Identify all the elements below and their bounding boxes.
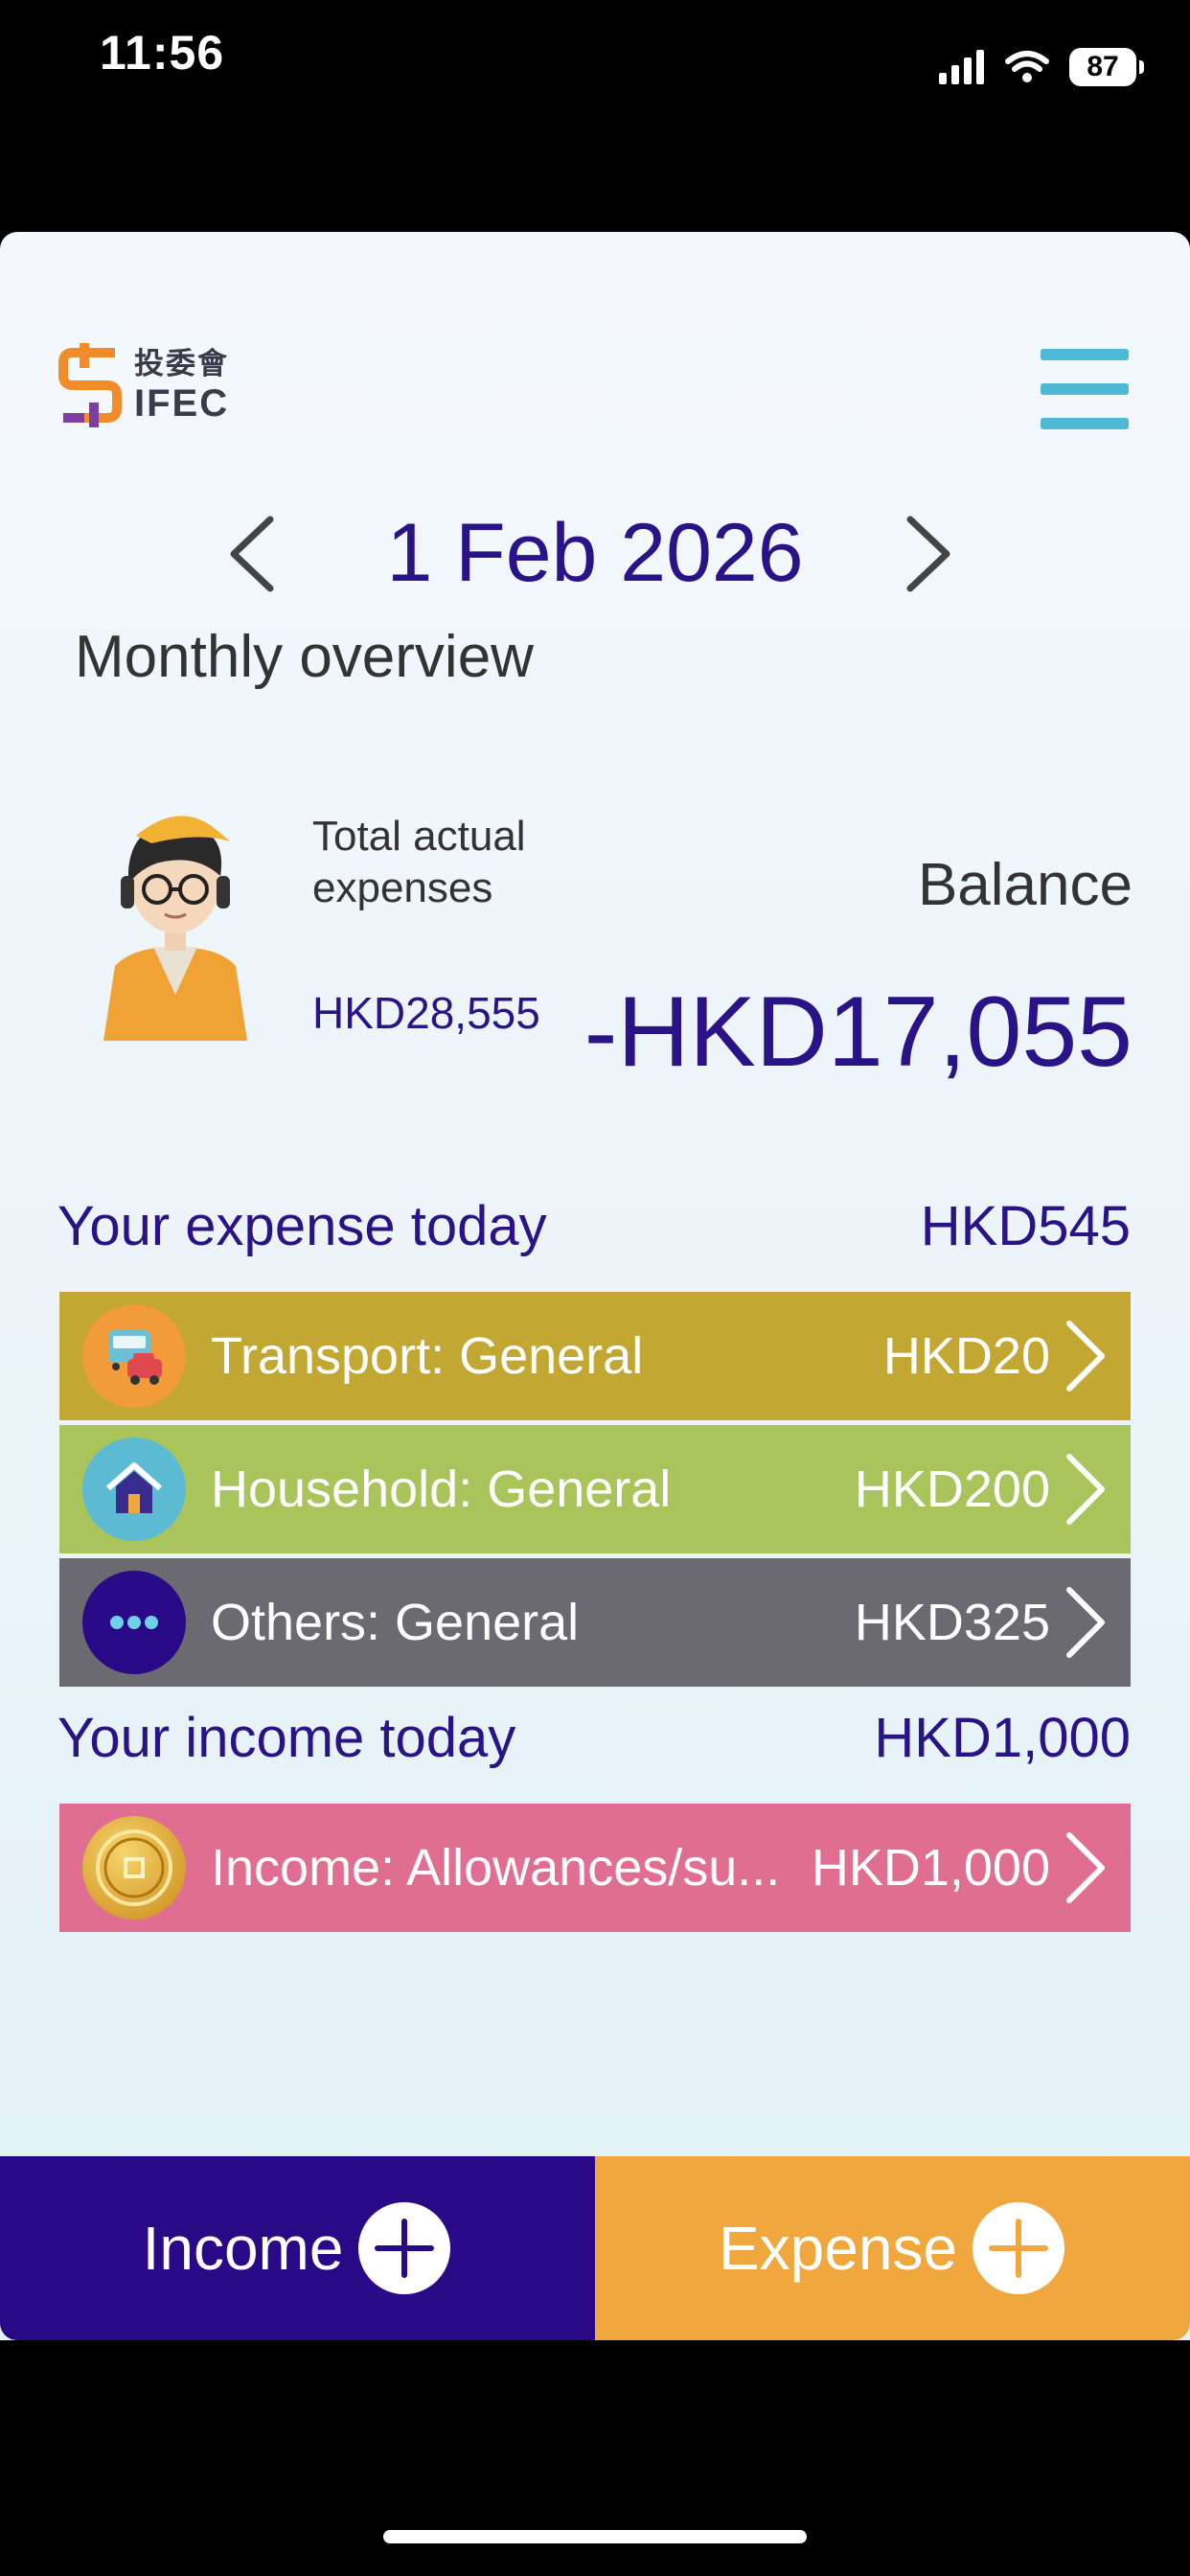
more-dots-icon [82,1571,186,1674]
total-expenses-value: HKD28,555 [312,988,540,1038]
add-income-label: Income [142,2214,344,2283]
house-icon [82,1438,186,1541]
plus-icon [358,2202,451,2294]
add-expense-label: Expense [718,2214,958,2283]
status-bar: 11:56 87 [0,0,1190,144]
wifi-icon [1005,51,1049,82]
current-date: 1 Feb 2026 [386,507,804,599]
expense-item-name: Household: General [211,1460,672,1518]
chevron-right-icon [1066,1832,1105,1903]
balance-value: -HKD17,055 [584,977,1133,1088]
income-item-amount: HKD1,000 [811,1839,1050,1897]
expense-item-amount: HKD200 [854,1460,1050,1518]
logo-english-text: IFEC [134,381,230,425]
expense-item-household[interactable]: Household: General HKD200 [59,1425,1131,1553]
expense-item-amount: HKD20 [882,1327,1050,1385]
expense-today-total: HKD545 [920,1195,1131,1257]
expense-item-others[interactable]: Others: General HKD325 [59,1558,1131,1687]
total-expenses-label: Total actual expenses [312,813,526,911]
bus-car-icon [82,1304,186,1408]
date-navigator: 1 Feb 2026 [0,498,1190,604]
expense-item-name: Transport: General [211,1327,644,1385]
income-item-name: Income: Allowances/su... [211,1839,781,1897]
app-screen: 投委會 IFEC 1 Feb 2026 Monthly overview Tot… [0,232,1190,2340]
add-expense-button[interactable]: Expense [595,2156,1190,2340]
menu-icon[interactable] [1041,349,1129,429]
logo-chinese-text: 投委會 [134,346,229,380]
add-income-button[interactable]: Income [0,2156,595,2340]
battery-icon: 87 [1069,48,1144,86]
balance-label: Balance [917,852,1133,918]
income-item-allowances[interactable]: Income: Allowances/su... HKD1,000 [59,1804,1131,1932]
expense-item-name: Others: General [211,1594,580,1651]
ifec-logo: 投委會 IFEC [56,339,229,431]
status-icons: 87 [939,48,1144,86]
expense-item-transport[interactable]: Transport: General HKD20 [59,1292,1131,1420]
expense-today-label: Your expense today [57,1195,547,1257]
expense-today-summary: Your expense today HKD545 [57,1194,1131,1258]
avatar [103,816,247,1041]
income-today-total: HKD1,000 [874,1707,1131,1769]
next-month-button[interactable] [893,516,960,592]
coin-icon [82,1816,186,1920]
income-today-label: Your income today [57,1707,516,1769]
chevron-right-icon [1066,1454,1105,1525]
signal-icon [939,50,984,84]
ifec-logo-icon [58,343,122,427]
chevron-right-icon [1066,1587,1105,1658]
home-indicator [383,2530,807,2543]
monthly-overview-title: Monthly overview [75,624,534,690]
income-today-summary: Your income today HKD1,000 [57,1706,1131,1770]
status-time: 11:56 [100,26,225,80]
battery-level: 87 [1087,51,1119,82]
expense-item-amount: HKD325 [854,1594,1050,1651]
bottom-action-bar: Income Expense [0,2156,1190,2340]
chevron-right-icon [1066,1321,1105,1392]
plus-icon [973,2202,1065,2294]
